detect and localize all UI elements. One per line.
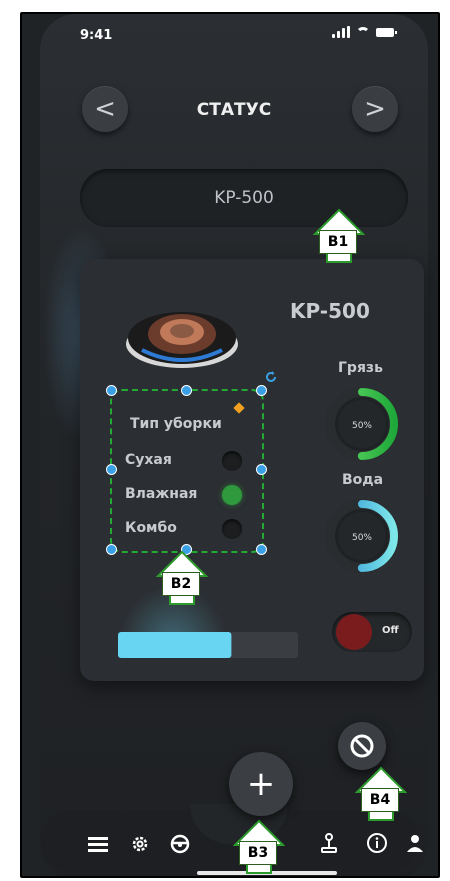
next-button[interactable]: >	[352, 86, 398, 132]
device-model-label: KP-500	[290, 299, 370, 323]
resize-handle[interactable]	[106, 544, 117, 555]
water-label: Вода	[342, 472, 384, 488]
callout-b3: B3	[232, 819, 286, 875]
power-label: Off	[382, 625, 399, 636]
user-icon[interactable]	[406, 834, 424, 852]
resize-handle[interactable]	[106, 385, 117, 396]
callout-b1: B1	[312, 208, 366, 264]
signal-icon	[332, 26, 350, 38]
battery-icon	[376, 27, 397, 37]
robot-vacuum-image	[126, 312, 238, 368]
menu-icon[interactable]	[88, 836, 108, 852]
gear-icon[interactable]	[130, 834, 150, 854]
option-dry-radio[interactable]	[222, 451, 242, 471]
info-icon[interactable]	[366, 832, 388, 854]
add-button[interactable]: +	[229, 752, 293, 816]
dirt-label: Грязь	[338, 360, 383, 376]
stop-button[interactable]	[338, 722, 386, 770]
callout-b2: B2	[155, 550, 209, 606]
chevron-right-icon: >	[364, 94, 386, 124]
callout-label: B2	[162, 572, 200, 596]
dirt-value: 50%	[352, 421, 372, 431]
water-gauge: 50%	[325, 499, 399, 573]
steering-wheel-icon[interactable]	[170, 834, 190, 854]
joystick-icon[interactable]	[320, 832, 338, 854]
resize-handle[interactable]	[256, 544, 267, 555]
option-combo-radio[interactable]	[222, 519, 242, 539]
status-bar: 9:41	[40, 24, 428, 46]
resize-handle[interactable]	[181, 385, 192, 396]
screenshot-frame: 9:41 < СТАТУС > KP-500 KP-500 Тип уборки…	[20, 12, 440, 878]
power-toggle[interactable]: Off	[332, 612, 412, 652]
cleaning-type-title: Тип уборки	[130, 416, 222, 432]
callout-label: B3	[239, 841, 277, 865]
callout-label: B4	[361, 788, 399, 812]
option-dry-label: Сухая	[125, 452, 172, 468]
option-combo-label: Комбо	[125, 520, 177, 536]
callout-label: B1	[319, 230, 357, 254]
block-icon	[350, 734, 374, 758]
level-slider[interactable]	[118, 632, 298, 658]
dirt-gauge: 50%	[325, 387, 399, 461]
power-knob	[336, 614, 372, 650]
option-wet-radio[interactable]	[222, 485, 242, 505]
wifi-icon	[356, 27, 370, 37]
plus-icon: +	[246, 764, 276, 804]
resize-handle[interactable]	[256, 385, 267, 396]
water-value: 50%	[352, 533, 372, 543]
resize-handle[interactable]	[256, 464, 267, 475]
option-wet-label: Влажная	[125, 486, 198, 502]
refresh-icon[interactable]	[264, 370, 278, 384]
resize-handle[interactable]	[106, 464, 117, 475]
status-time: 9:41	[80, 28, 113, 43]
status-icons	[332, 26, 397, 38]
callout-b4: B4	[354, 766, 408, 822]
